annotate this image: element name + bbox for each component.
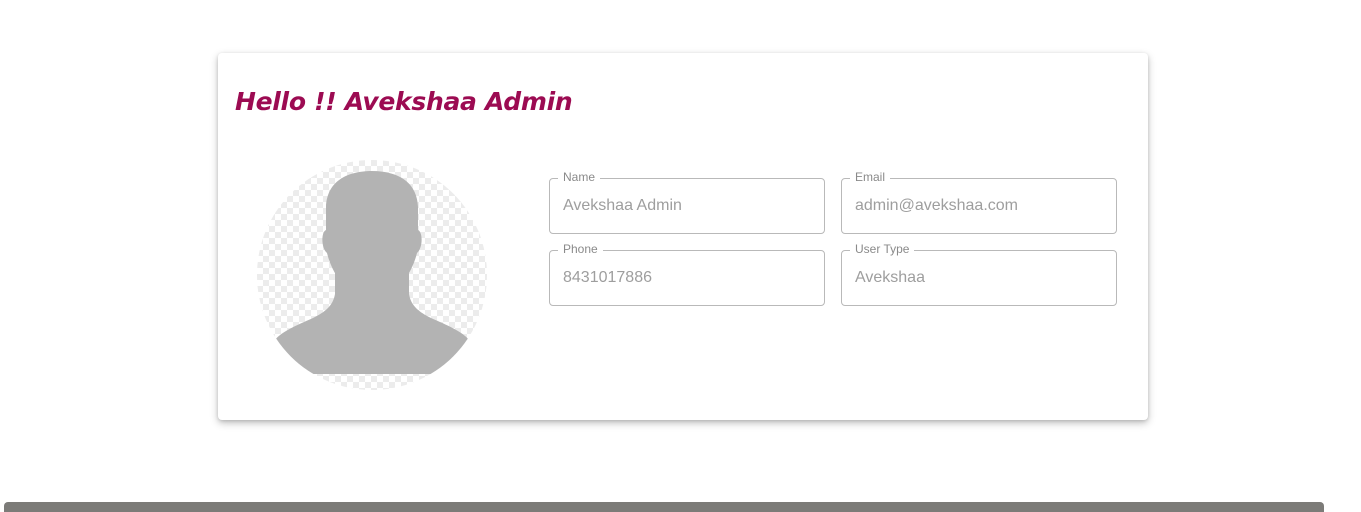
profile-card: Hello !! Avekshaa Admin Name Avekshaa Ad… xyxy=(218,53,1148,420)
email-field[interactable]: Email admin@avekshaa.com xyxy=(841,170,1117,234)
avatar[interactable] xyxy=(257,160,487,390)
footer-bar xyxy=(4,502,1324,512)
user-type-field[interactable]: User Type Avekshaa xyxy=(841,242,1117,306)
name-field-label: Name xyxy=(558,170,601,185)
email-field-value[interactable]: admin@avekshaa.com xyxy=(855,196,1018,216)
phone-field-value[interactable]: 8431017886 xyxy=(563,268,652,288)
page-title: Hello !! Avekshaa Admin xyxy=(235,87,573,116)
name-field-value[interactable]: Avekshaa Admin xyxy=(563,196,682,216)
user-type-field-label: User Type xyxy=(850,242,915,257)
default-user-silhouette-icon xyxy=(275,171,469,374)
user-type-field-value[interactable]: Avekshaa xyxy=(855,268,925,288)
email-field-label: Email xyxy=(850,170,891,185)
phone-field-label: Phone xyxy=(558,242,603,257)
phone-field[interactable]: Phone 8431017886 xyxy=(549,242,825,306)
name-field[interactable]: Name Avekshaa Admin xyxy=(549,170,825,234)
